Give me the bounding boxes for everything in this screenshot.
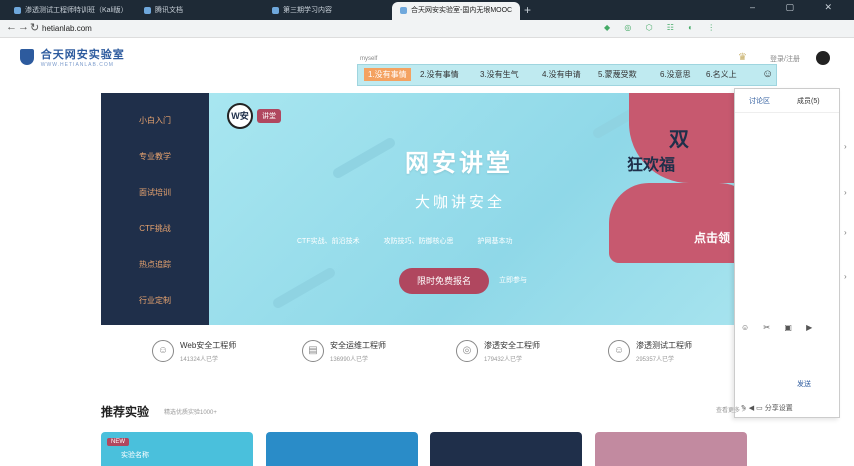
chat-message: 6.名义上 — [706, 70, 737, 79]
page-favicon-icon — [400, 6, 407, 14]
page-favicon-icon — [272, 6, 279, 14]
track-count: 136990人已学 — [330, 357, 369, 363]
sidebar-item-professional[interactable]: 专业教学 — [101, 151, 209, 162]
lab-card[interactable] — [266, 432, 418, 466]
sidebar-item-hotspot[interactable]: 热点追踪 — [101, 259, 209, 270]
banner-subtitle: 大咖讲安全 — [415, 194, 506, 211]
track-count: 141324人已学 — [180, 357, 219, 363]
sidebar-item-beginner[interactable]: 小白入门 — [101, 115, 209, 126]
target-icon: ◎ — [456, 340, 478, 362]
track-name: 安全运维工程师 — [330, 341, 386, 350]
section-title: 推荐实验 — [101, 405, 150, 419]
sidebar-item-industry[interactable]: 行业定制 — [101, 295, 209, 306]
shield-icon — [20, 49, 34, 65]
banner-features: CTF实战、前沿技术 攻防技巧、防御核心思 护网基本功 — [297, 236, 657, 246]
window-controls[interactable]: – ▢ ✕ — [750, 2, 846, 13]
back-arrow-icon[interactable]: ← — [6, 21, 17, 33]
lab-card[interactable] — [430, 432, 582, 466]
brand-tag: 讲堂 — [257, 109, 281, 123]
sidebar-item-ctf[interactable]: CTF挑战 — [101, 223, 209, 234]
new-tab-button[interactable]: + — [524, 2, 531, 18]
track-penetration-security[interactable]: ◎ 渗透安全工程师 179432人已学 — [456, 336, 606, 372]
browser-tab-bar: 渗透测试工程师特训班（Kali版） 腾讯文档 第三期学习内容 合天网安实验室-国… — [0, 0, 854, 20]
chat-sender-label: myself — [360, 56, 378, 62]
person-icon: ☺ — [608, 340, 630, 362]
chevron-right-icon[interactable]: › — [844, 228, 847, 237]
decorative-pill — [331, 136, 397, 180]
join-link[interactable]: 立即参与 — [499, 275, 527, 285]
track-name: 渗透测试工程师 — [636, 341, 692, 350]
tab-label: 渗透测试工程师特训班（Kali版） — [25, 7, 128, 14]
feature-text: 攻防技巧、防御核心思 — [383, 238, 454, 245]
track-count: 179432人已学 — [484, 357, 523, 363]
login-link[interactable]: 登录/注册 — [770, 54, 800, 64]
chat-message-bar: 1.没有事情 2.没有事情 3.没有生气 4.没有申请 5.蒙蔑受欺 6.没意思… — [357, 64, 777, 86]
brand-logo: W安 — [227, 103, 253, 129]
free-signup-button[interactable]: 限时免费报名 — [399, 268, 489, 294]
person-icon: ☺ — [152, 340, 174, 362]
logo-subtitle: WWW.HETIANLAB.COM — [40, 62, 114, 68]
sidebar-item-interview[interactable]: 面试培训 — [101, 187, 209, 198]
decorative-pill — [271, 266, 337, 310]
promo-stage — [609, 183, 734, 263]
track-name: Web安全工程师 — [180, 341, 237, 350]
lab-card[interactable]: NEW 实验名称 — [101, 432, 253, 466]
card-title: 实验名称 — [121, 452, 149, 459]
site-logo[interactable]: 合天网安实验室 WWW.HETIANLAB.COM — [20, 46, 125, 68]
feature-text: 护网基本功 — [477, 238, 513, 245]
card-tag: NEW — [107, 438, 129, 446]
tab-discussion[interactable]: 讨论区 — [749, 96, 770, 106]
extension-icons[interactable]: ◆ ◎ ⬡ ☷ ◐ ⋮ — [604, 23, 721, 32]
track-ops-security[interactable]: ▤ 安全运维工程师 136990人已学 — [302, 336, 452, 372]
logo-title: 合天网安实验室 — [40, 49, 125, 61]
crown-icon[interactable]: ♛ — [738, 52, 747, 63]
lab-card[interactable] — [595, 432, 747, 466]
banner-title: 网安讲堂 — [405, 150, 513, 177]
reload-icon[interactable]: ↻ — [30, 21, 39, 34]
browser-tab-2[interactable]: 腾讯文档 — [136, 2, 262, 20]
tab-label: 腾讯文档 — [155, 7, 183, 14]
browser-toolbar: ← → ↻ hetianlab.com ◆ ◎ ⬡ ☷ ◐ ⋮ — [0, 20, 854, 38]
chat-message: 3.没有生气 — [480, 70, 519, 79]
tab-label: 第三期学习内容 — [283, 7, 332, 14]
track-web-security[interactable]: ☺ Web安全工程师 141324人已学 — [152, 336, 302, 372]
discussion-tabs: 讨论区 成员(5) — [735, 89, 839, 113]
chevron-right-icon[interactable]: › — [844, 142, 847, 151]
emoji-icon[interactable]: ☺ — [762, 68, 773, 80]
forward-arrow-icon[interactable]: → — [18, 21, 29, 33]
tab-members[interactable]: 成员(5) — [797, 96, 820, 106]
browser-tab-1[interactable]: 渗透测试工程师特训班（Kali版） — [6, 2, 134, 20]
hero-banner[interactable]: W安 讲堂 网安讲堂 大咖讲安全 CTF实战、前沿技术 攻防技巧、防御核心思 护… — [209, 93, 734, 325]
chat-message: 2.没有事情 — [420, 70, 459, 79]
promo-click-text[interactable]: 点击领 — [694, 229, 730, 246]
chat-message: 4.没有申请 — [542, 70, 581, 79]
chat-message: 6.没意思 — [660, 70, 691, 79]
page-favicon-icon — [14, 6, 21, 14]
browser-tab-active[interactable]: 合天网安实验室-国内无垠MOOC — [392, 2, 520, 20]
chevron-right-icon[interactable]: › — [844, 272, 847, 281]
address-bar[interactable]: hetianlab.com — [42, 22, 92, 36]
section-subtitle: 精选优质实验1000+ — [164, 410, 217, 416]
logo-text: 合天网安实验室 WWW.HETIANLAB.COM — [41, 46, 125, 68]
track-pentest[interactable]: ☺ 渗透测试工程师 295357人已学 — [608, 336, 758, 372]
server-icon: ▤ — [302, 340, 324, 362]
feature-text: CTF实战、前沿技术 — [297, 238, 360, 245]
chat-tools[interactable]: ☺ ✂ ▣ ▶ — [741, 323, 818, 332]
chat-footer[interactable]: ✎ ◀ ▭ 分享设置 — [741, 403, 793, 413]
chat-message: 1.没有事情 — [364, 68, 411, 81]
chat-message: 5.蒙蔑受欺 — [598, 70, 637, 79]
category-sidebar: 小白入门 专业教学 面试培训 CTF挑战 热点追踪 行业定制 — [101, 93, 209, 325]
browser-tab-3[interactable]: 第三期学习内容 — [264, 2, 390, 20]
track-count: 295357人已学 — [636, 357, 675, 363]
right-toolbar: › › › › — [842, 88, 854, 418]
send-button[interactable]: 发送 — [797, 379, 811, 389]
tab-label: 合天网安实验室-国内无垠MOOC — [411, 7, 513, 14]
track-name: 渗透安全工程师 — [484, 341, 540, 350]
avatar[interactable] — [816, 51, 830, 65]
promo-headline-2: 狂欢福 — [627, 157, 676, 174]
chevron-right-icon[interactable]: › — [844, 188, 847, 197]
page-favicon-icon — [144, 6, 151, 14]
view-more-link[interactable]: 查看更多 > — [716, 405, 745, 414]
promo-headline: 双 — [669, 129, 691, 151]
